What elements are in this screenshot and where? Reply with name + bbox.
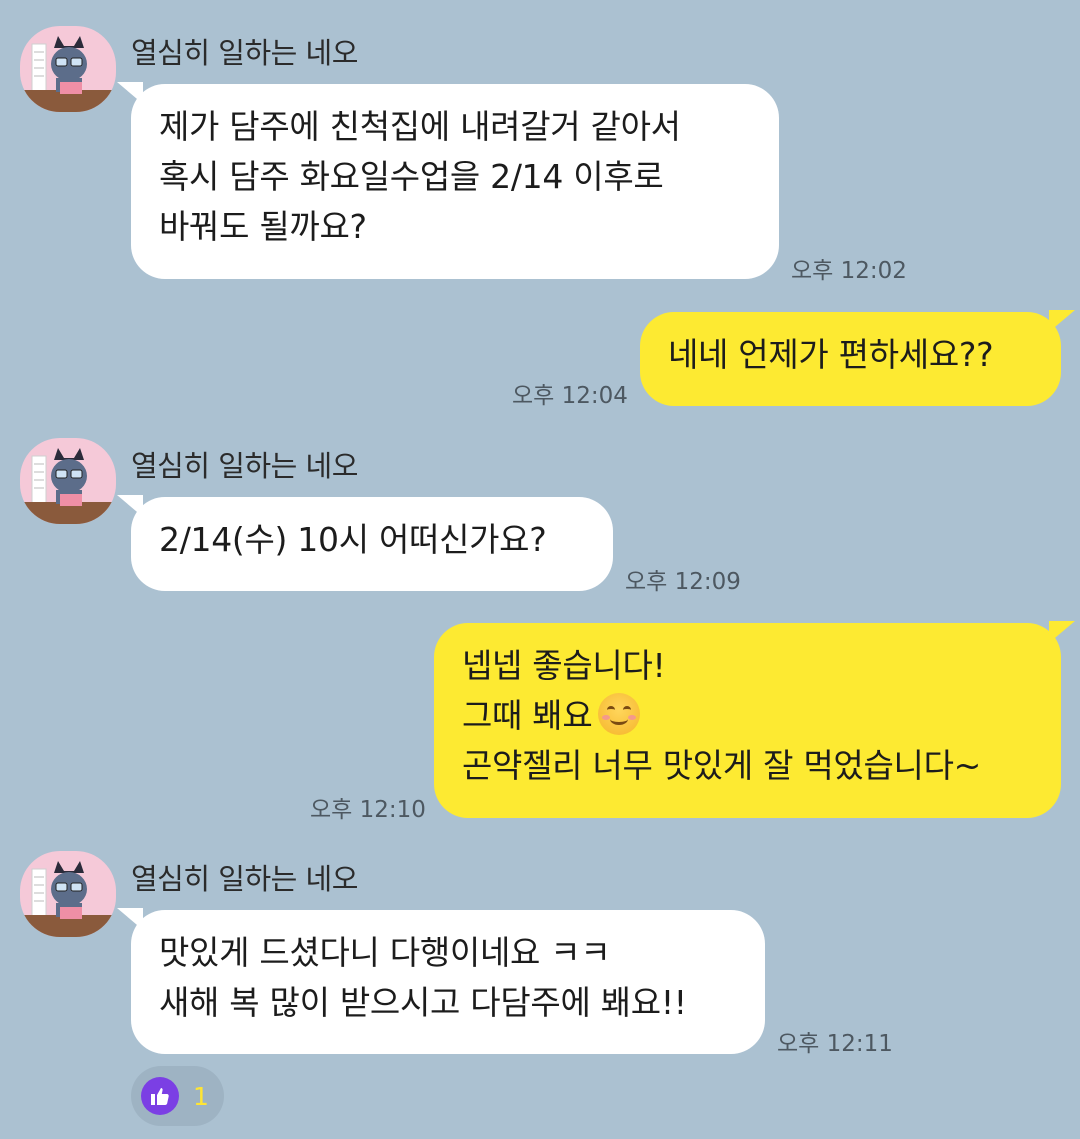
message-time: 오후 12:02 xyxy=(791,258,907,284)
smiling-face-emoji xyxy=(598,693,641,735)
message-bubble[interactable]: 네네 언제가 편하세요?? xyxy=(640,310,1075,406)
message-line: 그때 봬요 xyxy=(462,696,593,735)
reaction-count: 1 xyxy=(193,1081,209,1111)
message-bubble[interactable]: 2/14(수) 10시 어떠신가요? xyxy=(117,495,613,591)
avatar[interactable] xyxy=(20,438,116,524)
neo-avatar-icon xyxy=(20,448,116,524)
thumbs-up-icon xyxy=(141,1077,179,1115)
message-time: 오후 12:04 xyxy=(512,383,628,409)
reaction-badge[interactable]: 1 xyxy=(131,1066,224,1126)
message-bubble[interactable]: 제가 담주에 친척집에 내려갈거 같아서 혹시 담주 화요일수업을 2/14 이… xyxy=(117,82,779,279)
message-line: 곤약젤리 너무 맛있게 잘 먹었습니다~ xyxy=(462,746,982,785)
message-line: 넵넵 좋습니다! xyxy=(462,646,666,685)
neo-avatar-icon xyxy=(20,36,116,112)
message-line: 네네 언제가 편하세요?? xyxy=(668,335,994,374)
message-bubble[interactable]: 넵넵 좋습니다! 그때 봬요 곤약젤리 너무 맛있게 잘 먹었습니다~ xyxy=(434,621,1075,818)
sender-name: 열심히 일하는 네오 xyxy=(131,449,358,483)
message-bubble[interactable]: 맛있게 드셨다니 다행이네요 ㅋㅋ 새해 복 많이 받으시고 다담주에 봬요!! xyxy=(117,908,765,1054)
neo-avatar-icon xyxy=(20,861,116,937)
message-line: 혹시 담주 화요일수업을 2/14 이후로 xyxy=(159,157,664,196)
sender-name: 열심히 일하는 네오 xyxy=(131,36,358,70)
message-time: 오후 12:09 xyxy=(625,569,741,595)
message-line: 제가 담주에 친척집에 내려갈거 같아서 xyxy=(159,107,681,146)
sender-name: 열심히 일하는 네오 xyxy=(131,862,358,896)
message-line: 2/14(수) 10시 어떠신가요? xyxy=(159,520,547,559)
message-time: 오후 12:11 xyxy=(777,1031,893,1057)
avatar[interactable] xyxy=(20,26,116,112)
message-line: 바꿔도 될까요? xyxy=(159,207,367,246)
message-time: 오후 12:10 xyxy=(310,797,426,823)
message-line: 새해 복 많이 받으시고 다담주에 봬요!! xyxy=(159,983,687,1022)
avatar[interactable] xyxy=(20,851,116,937)
message-line: 맛있게 드셨다니 다행이네요 ㅋㅋ xyxy=(159,933,611,972)
